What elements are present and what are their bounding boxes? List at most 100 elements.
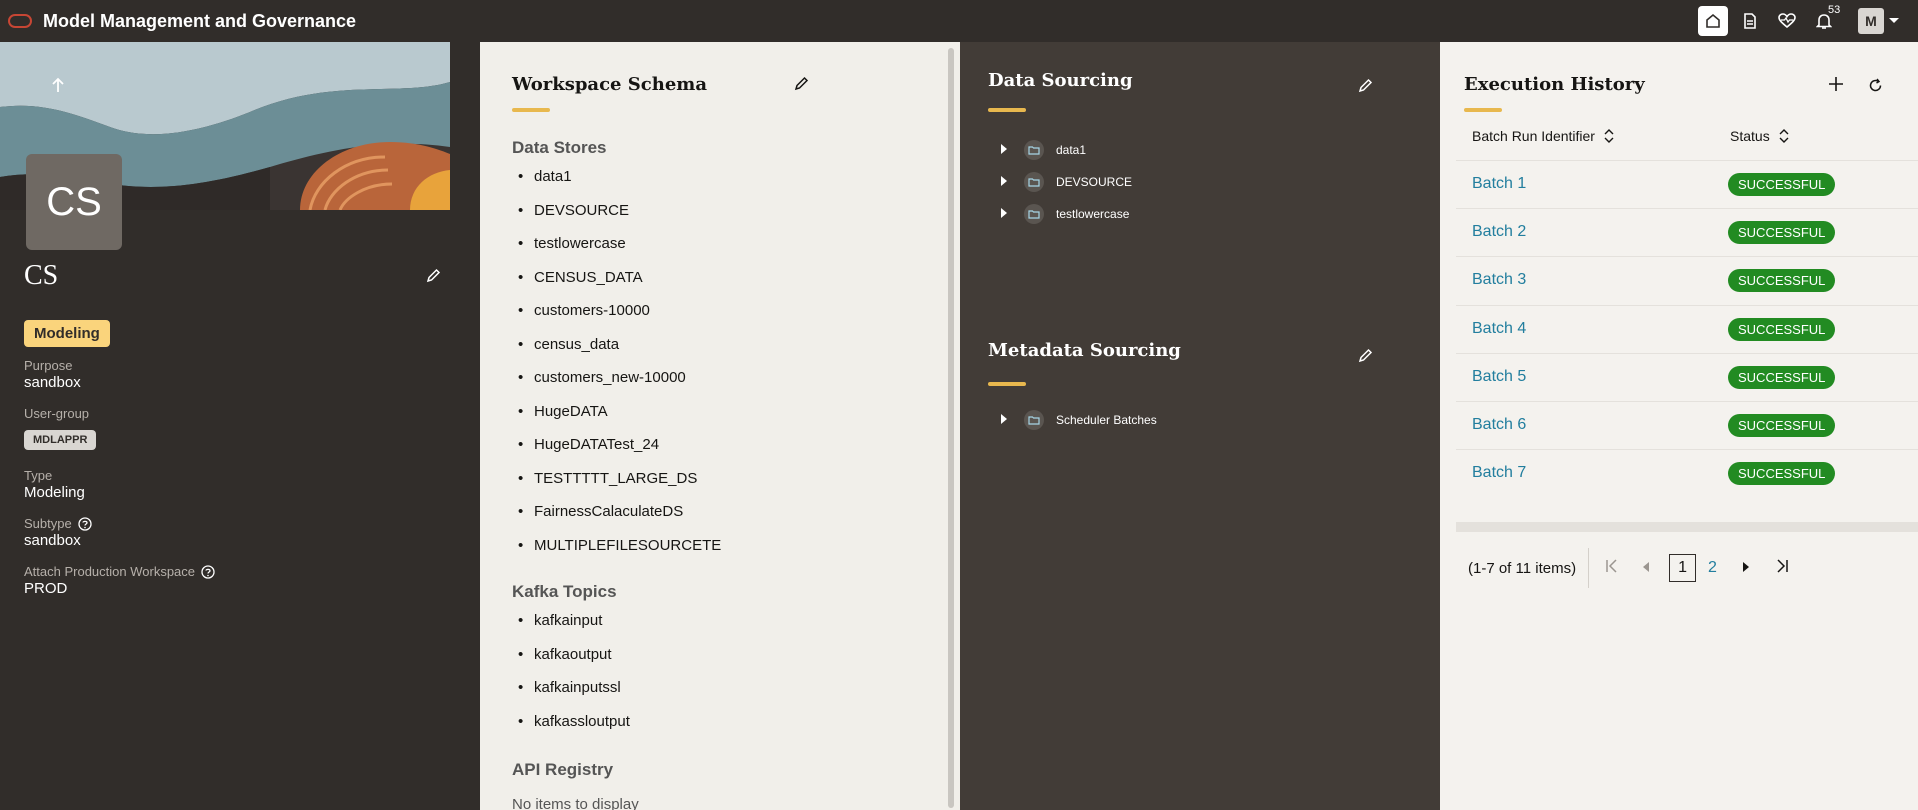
app-header: Model Management and Governance 53 M xyxy=(0,0,1918,42)
tree-node-label: data1 xyxy=(1056,143,1087,157)
heart-pulse-icon xyxy=(1778,13,1796,29)
status-badge: SUCCESSFUL xyxy=(1728,462,1836,486)
notification-count: 53 xyxy=(1828,4,1841,16)
kafka-topic-item: kafkassloutput xyxy=(534,712,630,730)
data-store-item: data1 xyxy=(534,168,572,185)
app-title: Model Management and Governance xyxy=(43,10,357,31)
expand-toggle[interactable] xyxy=(1000,207,1010,222)
tree-node[interactable]: testlowercase xyxy=(1000,204,1129,224)
health-button[interactable] xyxy=(1772,6,1802,36)
last-page-button[interactable] xyxy=(1775,559,1789,577)
bullet: • xyxy=(518,402,524,420)
bullet: • xyxy=(518,645,524,663)
expand-toggle[interactable] xyxy=(1000,175,1010,190)
next-page-button[interactable] xyxy=(1741,560,1751,577)
status-badge: SUCCESSFUL xyxy=(1728,269,1836,293)
table-row: Batch 7 SUCCESSFUL xyxy=(1456,449,1918,497)
bullet: • xyxy=(518,168,524,185)
pencil-icon xyxy=(794,76,809,91)
folder-icon xyxy=(1028,178,1040,187)
usergroup-label: User-group xyxy=(24,406,89,421)
batch-link[interactable]: Batch 4 xyxy=(1472,320,1526,338)
bullet: • xyxy=(518,302,524,319)
execution-history-panel: Execution History Batch Run Identifier S… xyxy=(1440,42,1918,810)
data-store-item: census_data xyxy=(534,335,620,353)
status-badge: SUCCESSFUL xyxy=(1728,414,1836,437)
add-execution-button[interactable] xyxy=(1828,76,1844,97)
bullet: • xyxy=(518,201,524,219)
column-header-batch[interactable]: Batch Run Identifier xyxy=(1472,112,1615,160)
batch-link[interactable]: Batch 6 xyxy=(1472,416,1526,434)
edit-metadata-sourcing-button[interactable] xyxy=(1358,348,1373,368)
first-page-icon xyxy=(1606,559,1617,573)
expand-toggle[interactable] xyxy=(1000,413,1010,428)
data-store-item: customers-10000 xyxy=(534,302,650,319)
tree-node[interactable]: Scheduler Batches xyxy=(1000,410,1157,430)
workspace-avatar: CS xyxy=(26,154,122,250)
data-store-item: HugeDATATest_24 xyxy=(534,436,660,453)
refresh-icon xyxy=(1869,78,1882,92)
documents-button[interactable] xyxy=(1735,6,1765,36)
upload-banner-icon[interactable] xyxy=(50,76,66,99)
batch-link[interactable]: Batch 2 xyxy=(1472,223,1526,241)
batch-link[interactable]: Batch 3 xyxy=(1472,271,1526,289)
subtype-label-text: Subtype xyxy=(24,516,72,531)
folder-badge xyxy=(1024,410,1044,430)
data-store-item: MULTIPLEFILESOURCETE xyxy=(534,536,722,554)
kafka-topic-item: kafkainput xyxy=(534,612,603,629)
home-button[interactable] xyxy=(1698,6,1728,36)
kafka-topic-item: kafkainputssl xyxy=(534,679,621,696)
status-badge: SUCCESSFUL xyxy=(1728,221,1836,245)
user-menu-button[interactable]: M xyxy=(1858,8,1900,34)
folder-badge xyxy=(1024,172,1044,192)
batch-link[interactable]: Batch 7 xyxy=(1472,464,1526,482)
edit-workspace-button[interactable] xyxy=(426,268,441,288)
attach-label-text: Attach Production Workspace xyxy=(24,564,196,579)
expand-toggle[interactable] xyxy=(1000,143,1010,158)
type-label-text: Type xyxy=(24,468,53,483)
usergroup-label-text: User-group xyxy=(24,406,90,421)
notifications-button[interactable]: 53 xyxy=(1809,4,1841,36)
schema-title-underline xyxy=(512,108,550,112)
data-store-item: HugeDATA xyxy=(534,402,608,420)
folder-icon xyxy=(1028,146,1040,155)
edit-schema-button[interactable] xyxy=(794,76,809,96)
caret-right-icon xyxy=(1001,207,1007,218)
tree-node-label: testlowercase xyxy=(1056,207,1130,221)
refresh-button[interactable] xyxy=(1868,78,1883,98)
first-page-button[interactable] xyxy=(1605,559,1619,577)
subtype-label: Subtype xyxy=(24,516,92,531)
usergroup-chip: MDLAPPR xyxy=(24,430,97,450)
api-registry-heading: API Registry xyxy=(512,760,614,779)
type-value: Modeling xyxy=(24,484,85,501)
batch-link[interactable]: Batch 5 xyxy=(1472,368,1526,386)
previous-page-icon xyxy=(1643,561,1650,572)
bullet: • xyxy=(518,612,524,629)
folder-icon xyxy=(1028,210,1040,219)
help-icon[interactable] xyxy=(201,564,215,579)
column-header-status[interactable]: Status xyxy=(1730,112,1790,160)
avatar: M xyxy=(1858,8,1884,34)
tree-node[interactable]: DEVSOURCE xyxy=(1000,172,1132,192)
tree-node-label: Scheduler Batches xyxy=(1056,413,1157,427)
data-store-item: TESTTTTT_LARGE_DS xyxy=(534,469,698,487)
bullet: • xyxy=(518,679,524,696)
status-badge: SUCCESSFUL xyxy=(1728,365,1836,389)
data-store-item: FairnessCalaculateDS xyxy=(534,503,684,520)
next-page-icon xyxy=(1742,561,1749,572)
table-row: Batch 6 SUCCESSFUL xyxy=(1456,401,1918,449)
subtype-value: sandbox xyxy=(24,532,81,549)
edit-data-sourcing-button[interactable] xyxy=(1358,78,1373,98)
data-sourcing-title: Data Sourcing xyxy=(988,70,1133,91)
help-icon[interactable] xyxy=(78,516,92,531)
batch-link[interactable]: Batch 1 xyxy=(1472,175,1526,193)
status-badge: SUCCESSFUL xyxy=(1728,173,1836,196)
tree-node[interactable]: data1 xyxy=(1000,140,1086,160)
table-horizontal-scrollbar[interactable] xyxy=(1456,522,1918,532)
schema-scrollbar[interactable] xyxy=(948,48,954,808)
page-1-button[interactable]: 1 xyxy=(1669,554,1696,582)
page-2-button[interactable]: 2 xyxy=(1700,555,1725,581)
kafka-topics-heading: Kafka Topics xyxy=(512,582,617,601)
previous-page-button[interactable] xyxy=(1641,560,1651,577)
column-batch-label: Batch Run Identifier xyxy=(1472,128,1595,144)
